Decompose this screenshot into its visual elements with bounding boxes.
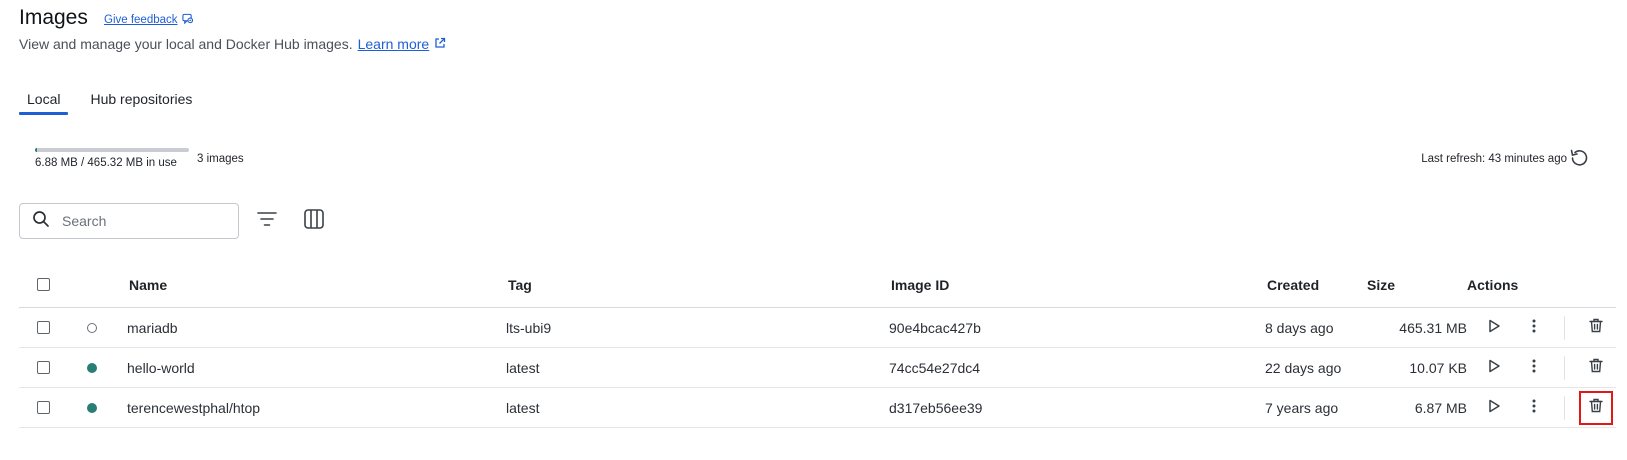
image-name[interactable]: mariadb xyxy=(127,308,178,347)
column-header-created[interactable]: Created xyxy=(1267,262,1319,307)
actions-divider xyxy=(1564,316,1565,340)
image-id: 74cc54e27dc4 xyxy=(889,359,981,376)
delete-button[interactable] xyxy=(1584,316,1608,340)
image-name[interactable]: hello-world xyxy=(127,348,195,387)
refresh-button[interactable] xyxy=(1566,148,1592,172)
image-id: d317eb56ee39 xyxy=(889,399,983,416)
row-checkbox-cell xyxy=(37,388,50,427)
trash-icon xyxy=(1589,318,1603,338)
table-row[interactable]: terencewestphal/htop latest d317eb56ee39… xyxy=(19,388,1616,428)
column-header-size[interactable]: Size xyxy=(1367,262,1395,307)
image-size: 465.31 MB xyxy=(1399,319,1467,336)
columns-button[interactable] xyxy=(300,207,328,235)
table-header: Name Tag Image ID Created Size Actions xyxy=(19,262,1616,308)
column-header-name[interactable]: Name xyxy=(129,262,167,307)
disk-usage-fill xyxy=(35,148,38,152)
image-created: 7 years ago xyxy=(1265,399,1339,416)
image-id: 90e4bcac427b xyxy=(889,319,981,336)
search-box[interactable] xyxy=(19,203,239,239)
image-tag: latest xyxy=(506,399,540,416)
more-vertical-icon xyxy=(1532,399,1536,418)
trash-icon xyxy=(1589,358,1603,378)
delete-button[interactable] xyxy=(1584,356,1608,380)
search-input[interactable] xyxy=(62,213,212,229)
row-checkbox-cell xyxy=(37,348,50,387)
image-size: 10.07 KB xyxy=(1409,359,1467,376)
more-vertical-icon xyxy=(1532,359,1536,378)
run-button[interactable] xyxy=(1482,356,1506,380)
tab-local[interactable]: Local xyxy=(19,88,69,115)
image-size: 6.87 MB xyxy=(1414,399,1467,416)
learn-more-label: Learn more xyxy=(357,36,430,52)
image-created: 8 days ago xyxy=(1265,319,1334,336)
actions-divider xyxy=(1564,356,1565,380)
status-cell xyxy=(87,348,97,387)
more-actions-button[interactable] xyxy=(1522,316,1546,340)
give-feedback-link[interactable]: Give feedback xyxy=(104,13,193,27)
table-row[interactable]: mariadb lts-ubi9 90e4bcac427b 8 days ago… xyxy=(19,308,1616,348)
run-button[interactable] xyxy=(1482,316,1506,340)
play-icon xyxy=(1487,399,1501,418)
tab-hub-repositories[interactable]: Hub repositories xyxy=(82,88,200,115)
feedback-icon xyxy=(181,13,193,27)
row-checkbox[interactable] xyxy=(37,361,50,374)
subtitle-text: View and manage your local and Docker Hu… xyxy=(19,36,353,52)
learn-more-link[interactable]: Learn more xyxy=(358,36,447,52)
row-checkbox[interactable] xyxy=(37,321,50,334)
trash-icon xyxy=(1589,398,1603,418)
refresh-icon xyxy=(1568,147,1590,174)
tabs: Local Hub repositories xyxy=(19,88,200,115)
image-name[interactable]: terencewestphal/htop xyxy=(127,388,260,427)
give-feedback-label: Give feedback xyxy=(104,14,178,26)
column-header-tag[interactable]: Tag xyxy=(508,262,532,307)
external-link-icon xyxy=(434,36,446,52)
play-icon xyxy=(1487,359,1501,378)
page-title: Images xyxy=(19,6,88,29)
more-vertical-icon xyxy=(1532,319,1536,338)
last-refresh-text: Last refresh: 43 minutes ago xyxy=(1421,153,1567,165)
in-use-status-icon xyxy=(87,402,97,413)
columns-icon xyxy=(303,208,325,235)
unused-status-icon xyxy=(87,322,97,333)
image-created: 22 days ago xyxy=(1265,359,1342,376)
table-row[interactable]: hello-world latest 74cc54e27dc4 22 days … xyxy=(19,348,1616,388)
column-header-actions: Actions xyxy=(1467,276,1519,293)
search-icon xyxy=(32,210,50,233)
select-all-checkbox[interactable] xyxy=(37,278,50,291)
actions-divider xyxy=(1564,396,1565,420)
disk-usage-bar xyxy=(35,148,189,152)
in-use-status-icon xyxy=(87,362,97,373)
page-subtitle: View and manage your local and Docker Hu… xyxy=(19,36,446,52)
images-table: Name Tag Image ID Created Size Actions m… xyxy=(19,262,1616,428)
row-checkbox[interactable] xyxy=(37,401,50,414)
more-actions-button[interactable] xyxy=(1522,396,1546,420)
image-tag: lts-ubi9 xyxy=(506,319,552,336)
delete-button[interactable] xyxy=(1579,391,1613,425)
image-count: 3 images xyxy=(197,153,244,165)
disk-usage-text: 6.88 MB / 465.32 MB in use xyxy=(35,157,177,169)
filter-button[interactable] xyxy=(253,207,281,235)
select-all-cell xyxy=(37,262,50,307)
more-actions-button[interactable] xyxy=(1522,356,1546,380)
filter-icon xyxy=(256,210,278,233)
column-header-image-id[interactable]: Image ID xyxy=(891,262,949,307)
run-button[interactable] xyxy=(1482,396,1506,420)
row-checkbox-cell xyxy=(37,308,50,347)
play-icon xyxy=(1487,319,1501,338)
status-cell xyxy=(87,388,97,427)
status-cell xyxy=(87,308,97,347)
image-tag: latest xyxy=(506,359,540,376)
